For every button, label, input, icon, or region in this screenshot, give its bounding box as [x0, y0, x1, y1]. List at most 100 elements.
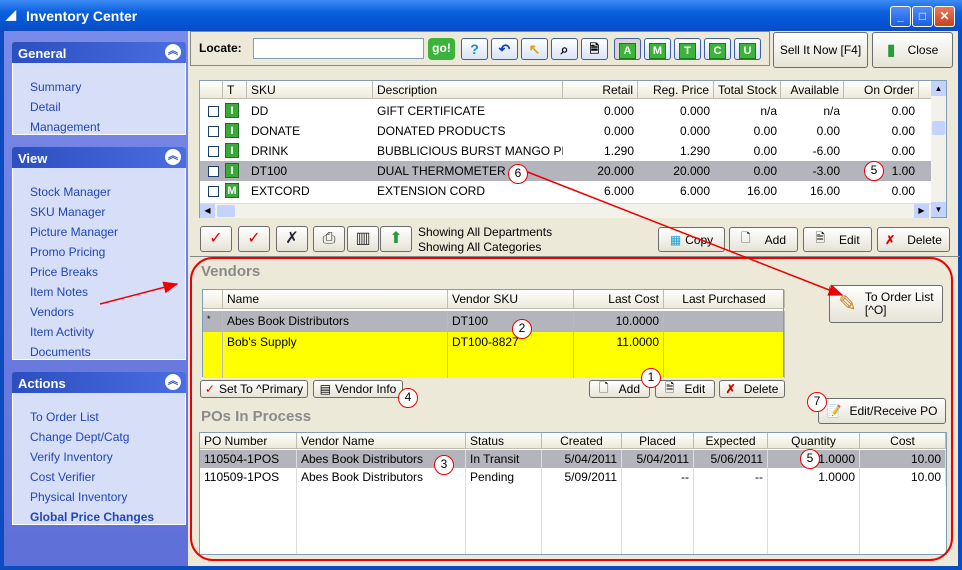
- vendor-row[interactable]: * Abes Book Distributors DT100 10.0000: [203, 311, 785, 332]
- vendor-info-button[interactable]: ▤ Vendor Info: [313, 380, 403, 398]
- copy-button[interactable]: ▦ Copy: [658, 227, 725, 252]
- sidebar-item-to-order-list[interactable]: To Order List: [30, 410, 99, 424]
- delete-item-button[interactable]: ✗ Delete: [877, 227, 950, 252]
- binoculars-icon[interactable]: ⌕: [551, 38, 578, 60]
- document-search-icon[interactable]: 🗎: [581, 38, 608, 60]
- column-header[interactable]: Reg. Price: [638, 81, 714, 98]
- vertical-scrollbar[interactable]: ▲ ▼: [931, 81, 946, 217]
- item-row[interactable]: M EXTCORD EXTENSION CORD 6.000 6.000 16.00 16.…: [200, 181, 931, 201]
- scroll-left-icon[interactable]: ◀: [200, 204, 215, 218]
- scroll-down-icon[interactable]: ▼: [931, 202, 946, 217]
- go-button[interactable]: go!: [428, 38, 455, 60]
- row-checkbox[interactable]: [208, 126, 219, 137]
- sidebar-item-change-dept-catg[interactable]: Change Dept/Catg: [30, 430, 129, 444]
- scroll-thumb[interactable]: [932, 121, 945, 135]
- set-primary-button[interactable]: ✓ Set To ^Primary: [200, 380, 308, 398]
- edit-item-button[interactable]: 🗎 Edit: [803, 227, 872, 252]
- minimize-button[interactable]: _: [890, 6, 911, 27]
- column-header[interactable]: Placed: [622, 433, 694, 448]
- to-order-list-button[interactable]: ✎ To Order List [^O]: [829, 285, 943, 323]
- sidebar-item-price-breaks[interactable]: Price Breaks: [30, 265, 98, 279]
- panel-actions-header[interactable]: Actions ︽: [12, 372, 186, 393]
- edit-vendor-button[interactable]: 🗎 Edit: [655, 380, 715, 398]
- filter-u-button[interactable]: U: [734, 38, 761, 60]
- sidebar-item-management[interactable]: Management: [30, 120, 100, 134]
- item-row[interactable]: I DT100 DUAL THERMOMETER 20.000 20.000 0.00 -3…: [200, 161, 931, 181]
- sidebar-item-cost-verifier[interactable]: Cost Verifier: [30, 470, 95, 484]
- scroll-right-icon[interactable]: ▶: [914, 204, 929, 218]
- sidebar-item-vendors[interactable]: Vendors: [30, 305, 74, 319]
- column-header[interactable]: On Order: [844, 81, 919, 98]
- horizontal-scrollbar[interactable]: ◀ ▶: [200, 203, 931, 218]
- sidebar-item-item-notes[interactable]: Item Notes: [30, 285, 88, 299]
- column-header[interactable]: Retail: [563, 81, 638, 98]
- column-header[interactable]: Total Stock: [714, 81, 781, 98]
- column-header[interactable]: Created: [542, 433, 622, 448]
- item-row[interactable]: I DONATE DONATED PRODUCTS 0.000 0.000 0.00 0.0…: [200, 121, 931, 141]
- panel-general-header[interactable]: General ︽: [12, 42, 186, 63]
- row-checkbox[interactable]: [208, 146, 219, 157]
- column-header[interactable]: Quantity: [768, 433, 860, 448]
- filter-c-button[interactable]: C: [704, 38, 731, 60]
- sidebar-item-stock-manager[interactable]: Stock Manager: [30, 185, 111, 199]
- sidebar-item-documents[interactable]: Documents: [30, 345, 91, 359]
- column-header[interactable]: Available: [781, 81, 844, 98]
- sidebar-item-physical-inventory[interactable]: Physical Inventory: [30, 490, 127, 504]
- row-checkbox[interactable]: [208, 186, 219, 197]
- column-header[interactable]: Last Cost: [574, 290, 664, 308]
- sell-it-now-button[interactable]: Sell It Now [F4]: [773, 32, 868, 68]
- add-vendor-button[interactable]: 🗋 Add: [589, 380, 650, 398]
- panel-view-header[interactable]: View ︽: [12, 147, 186, 168]
- columns-icon[interactable]: ▥: [347, 226, 379, 252]
- scroll-thumb[interactable]: [217, 205, 235, 217]
- item-row[interactable]: I DD GIFT CERTIFICATE 0.000 0.000 n/a n/a 0.00: [200, 101, 931, 121]
- column-header[interactable]: Description: [373, 81, 563, 98]
- po-row[interactable]: 110504-1POS Abes Book Distributors In Tran…: [200, 450, 946, 468]
- collapse-icon[interactable]: ︽: [165, 149, 181, 165]
- sidebar-item-summary[interactable]: Summary: [30, 80, 81, 94]
- filter-a-button[interactable]: A: [614, 38, 641, 60]
- sidebar-item-verify-inventory[interactable]: Verify Inventory: [30, 450, 113, 464]
- sidebar-item-detail[interactable]: Detail: [30, 100, 61, 114]
- column-header[interactable]: Last Purchased: [664, 290, 785, 308]
- column-header[interactable]: Vendor SKU: [448, 290, 574, 308]
- print-icon[interactable]: ⎙: [313, 226, 345, 252]
- column-header[interactable]: Status: [466, 433, 542, 448]
- sidebar-item-item-activity[interactable]: Item Activity: [30, 325, 94, 339]
- delete-vendor-button[interactable]: ✗ Delete: [719, 380, 785, 398]
- edit-receive-po-button[interactable]: 📝 Edit/Receive PO: [818, 398, 946, 424]
- check-icon[interactable]: ✓: [200, 226, 232, 252]
- sidebar-item-picture-manager[interactable]: Picture Manager: [30, 225, 118, 239]
- close-button[interactable]: ▮ Close: [872, 32, 953, 68]
- column-header[interactable]: Vendor Name: [297, 433, 466, 448]
- add-item-button[interactable]: 🗋 Add: [729, 227, 798, 252]
- row-checkbox[interactable]: [208, 106, 219, 117]
- filter-t-button[interactable]: T: [674, 38, 701, 60]
- column-header[interactable]: T: [223, 81, 247, 98]
- column-header[interactable]: SKU: [247, 81, 373, 98]
- collapse-icon[interactable]: ︽: [165, 44, 181, 60]
- item-row[interactable]: I DRINK BUBBLICIOUS BURST MANGO PEAC 1.290 1…: [200, 141, 931, 161]
- column-header[interactable]: Name: [223, 290, 448, 308]
- sidebar-item-global-price-changes[interactable]: Global Price Changes: [30, 510, 154, 524]
- locate-input[interactable]: [253, 38, 424, 59]
- back-arrow-icon[interactable]: ↶: [491, 38, 518, 60]
- column-header[interactable]: [203, 290, 223, 308]
- uncheck-all-icon[interactable]: ✗: [276, 226, 308, 252]
- help-icon[interactable]: ?: [461, 38, 488, 60]
- column-header[interactable]: [200, 81, 223, 98]
- column-header[interactable]: Expected: [694, 433, 768, 448]
- column-header[interactable]: PO Number: [200, 433, 297, 448]
- check-all-icon[interactable]: ✓: [238, 226, 270, 252]
- filter-m-button[interactable]: M: [644, 38, 671, 60]
- row-checkbox[interactable]: [208, 166, 219, 177]
- vendor-row[interactable]: Bob's Supply DT100-8827 11.0000: [203, 332, 785, 378]
- close-window-button[interactable]: ✕: [934, 6, 955, 27]
- sidebar-item-promo-pricing[interactable]: Promo Pricing: [30, 245, 105, 259]
- column-header[interactable]: Cost: [860, 433, 946, 448]
- scroll-up-icon[interactable]: ▲: [931, 81, 946, 96]
- po-row[interactable]: 110509-1POS Abes Book Distributors Pending…: [200, 468, 946, 486]
- jump-arrow-icon[interactable]: ↖: [521, 38, 548, 60]
- upload-arrow-icon[interactable]: ⬆: [380, 226, 412, 252]
- maximize-button[interactable]: □: [912, 6, 933, 27]
